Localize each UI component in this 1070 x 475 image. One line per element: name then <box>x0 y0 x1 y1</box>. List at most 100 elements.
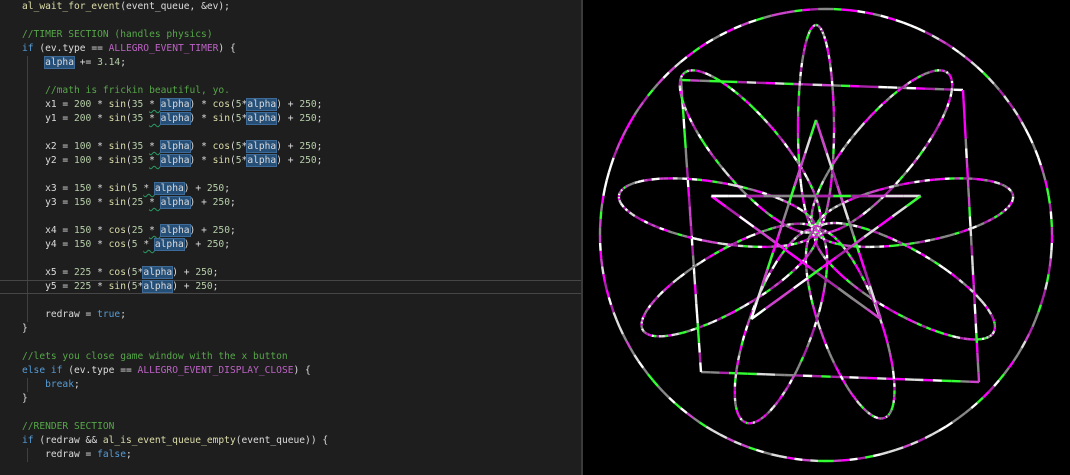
text-token: ; <box>229 225 236 236</box>
code-line[interactable]: } <box>0 322 581 336</box>
text-token: } <box>22 393 28 404</box>
text-token: ) + <box>172 267 196 278</box>
func-token: sin <box>108 155 126 166</box>
highlighted-identifier: alpha <box>142 266 174 279</box>
text-token: ) + <box>276 113 300 124</box>
text-token: x1 = <box>22 99 74 110</box>
code-line[interactable]: alpha += 3.14; <box>0 56 581 70</box>
text-token: x3 = <box>22 183 74 194</box>
number-token: 250 <box>212 197 230 208</box>
keyword-token: true <box>97 309 121 320</box>
keyword-token: break <box>45 379 74 390</box>
code-line[interactable]: if (ev.type == ALLEGRO_EVENT_TIMER) { <box>0 42 581 56</box>
keyword-token: if <box>50 365 63 376</box>
text-token: (event_queue)) { <box>235 435 329 446</box>
code-line[interactable]: redraw = true; <box>0 308 581 322</box>
code-line[interactable]: break; <box>0 378 581 392</box>
number-token: 250 <box>212 225 230 236</box>
text-token: ) + <box>189 197 213 208</box>
code-line[interactable]: y4 = 150 * cos(5 * alpha) + 250; <box>0 238 581 252</box>
code-editor[interactable]: al_wait_for_event(event_queue, &ev); //TI… <box>0 0 581 475</box>
text-token: ; <box>316 155 323 166</box>
squiggle-token: * <box>149 155 161 166</box>
text-token: (redraw && <box>33 435 103 446</box>
text-token: ; <box>316 113 323 124</box>
highlighted-identifier: alpha <box>159 112 191 125</box>
text-token: ; <box>120 57 126 68</box>
code-line[interactable]: x2 = 100 * sin(35 * alpha) * cos(5*alpha… <box>0 140 581 154</box>
code-line[interactable]: if (redraw && al_is_event_queue_empty(ev… <box>0 434 581 448</box>
code-line[interactable] <box>0 294 581 308</box>
text-token: redraw = <box>22 309 98 320</box>
text-token: += <box>74 57 98 68</box>
highlighted-identifier: alpha <box>246 98 278 111</box>
number-token: 250 <box>195 267 213 278</box>
code-line[interactable] <box>0 252 581 266</box>
number-token: 225 <box>73 281 92 292</box>
highlighted-identifier: alpha <box>44 56 75 69</box>
text-token: redraw = <box>22 449 98 460</box>
func-token: sin <box>108 99 126 110</box>
number-token: 35 <box>131 99 144 110</box>
number-token: 150 <box>73 225 92 236</box>
code-line[interactable]: //math is frickin beautiful, yo. <box>0 84 581 98</box>
number-token: 150 <box>73 197 92 208</box>
text-token: ; <box>316 99 323 110</box>
code-line[interactable]: x1 = 200 * sin(35 * alpha) * cos(5*alpha… <box>0 98 581 112</box>
code-line[interactable]: al_wait_for_event(event_queue, &ev); <box>0 0 581 14</box>
outer-circle <box>598 7 1054 463</box>
func-token: sin <box>108 113 126 124</box>
text-token: ) + <box>276 155 300 166</box>
petal-curve <box>813 221 997 341</box>
text-token: } <box>22 323 28 334</box>
code-line[interactable] <box>0 126 581 140</box>
squiggle-token: * <box>149 197 161 208</box>
code-line[interactable] <box>0 14 581 28</box>
squiggle-token: * <box>149 141 161 152</box>
code-line[interactable] <box>0 210 581 224</box>
func-token: al_is_event_queue_empty <box>102 435 236 446</box>
text-token: * <box>91 183 109 194</box>
code-line[interactable]: x3 = 150 * sin(5 * alpha) + 250; <box>0 182 581 196</box>
text-token: y4 = <box>22 239 74 250</box>
code-line[interactable]: redraw = false; <box>0 448 581 462</box>
code-line[interactable]: x4 = 150 * cos(25 * alpha) + 250; <box>0 224 581 238</box>
code-line[interactable]: //lets you close game window with the x … <box>0 350 581 364</box>
petal-curve <box>804 228 896 420</box>
highlighted-identifier: alpha <box>246 140 278 153</box>
text-token: (event_queue, &ev); <box>120 1 230 12</box>
func-token: sin <box>108 281 126 292</box>
highlighted-identifier: alpha <box>159 154 191 167</box>
code-line[interactable]: y2 = 100 * sin(35 * alpha) * sin(5*alpha… <box>0 154 581 168</box>
code-line[interactable]: x5 = 225 * cos(5*alpha) + 250; <box>0 266 581 280</box>
text-token: ) + <box>276 99 300 110</box>
number-token: 100 <box>73 141 92 152</box>
parametric-curve-canvas <box>598 7 1054 463</box>
code-line[interactable]: y1 = 200 * sin(35 * alpha) * sin(5*alpha… <box>0 112 581 126</box>
highlighted-identifier: alpha <box>159 98 191 111</box>
number-token: 3.14 <box>97 57 121 68</box>
code-line[interactable]: } <box>0 392 581 406</box>
text-token: ; <box>224 183 230 194</box>
code-line[interactable]: //TIMER SECTION (handles physics) <box>0 28 581 42</box>
text-token: * <box>91 113 109 124</box>
text-token: * <box>91 99 109 110</box>
code-line[interactable] <box>0 406 581 420</box>
squiggle-token: * <box>149 113 161 124</box>
code-line[interactable] <box>0 70 581 84</box>
inner-star <box>710 119 922 320</box>
highlighted-identifier: alpha <box>153 238 185 251</box>
petal-curve <box>640 222 819 338</box>
code-line[interactable] <box>0 168 581 182</box>
keyword-token: if <box>22 435 34 446</box>
number-token: 250 <box>206 183 225 194</box>
current-code-line[interactable]: y5 = 225 * sin(5*alpha) + 250; <box>0 280 581 294</box>
code-line[interactable]: //RENDER SECTION <box>0 420 581 434</box>
macro-token: ALLEGRO_EVENT_DISPLAY_CLOSE <box>137 365 294 376</box>
code-line[interactable] <box>0 336 581 350</box>
code-line[interactable]: else if (ev.type == ALLEGRO_EVENT_DISPLA… <box>0 364 581 378</box>
text-token: ; <box>74 379 80 390</box>
petal-curve <box>733 228 829 425</box>
code-line[interactable]: y3 = 150 * sin(25 * alpha) + 250; <box>0 196 581 210</box>
number-token: 35 <box>131 155 144 166</box>
